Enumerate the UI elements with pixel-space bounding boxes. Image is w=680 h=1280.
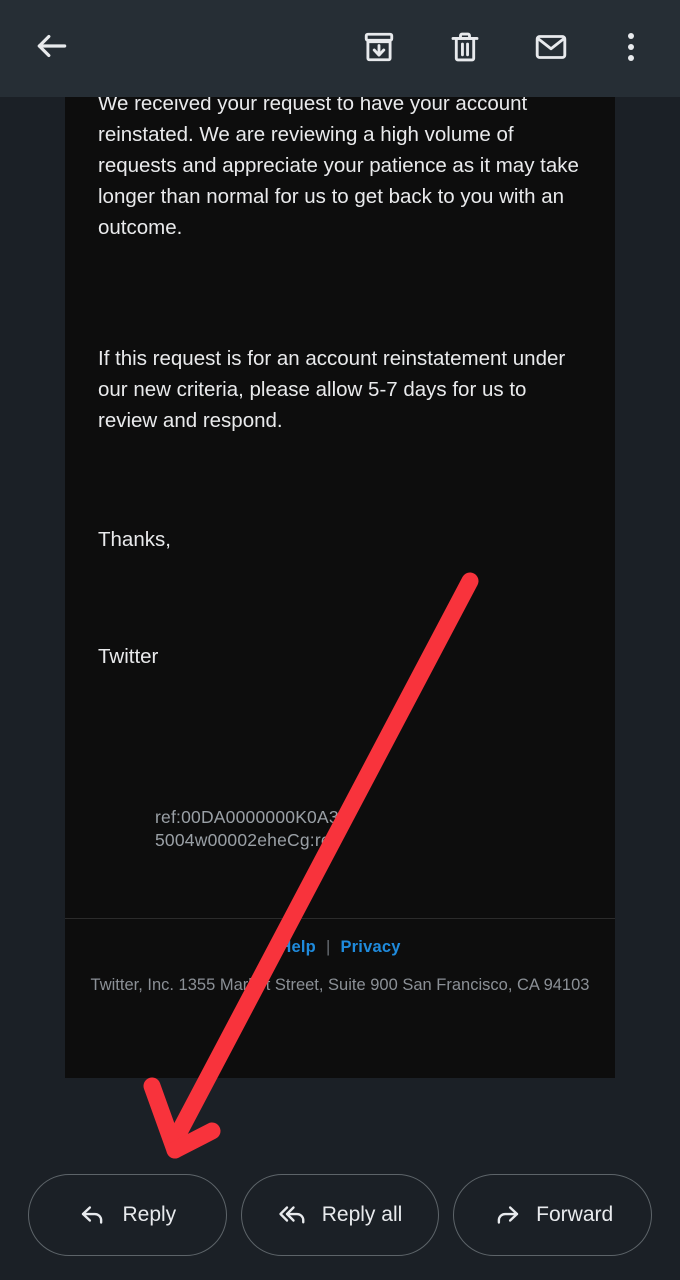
archive-icon — [364, 32, 394, 62]
reply-all-button-label: Reply all — [321, 1203, 403, 1226]
email-body: We received your request to have your ac… — [98, 88, 583, 672]
email-signoff: Thanks, — [98, 528, 171, 551]
privacy-link[interactable]: Privacy — [340, 938, 400, 956]
archive-button[interactable] — [348, 16, 410, 78]
back-button[interactable] — [22, 16, 82, 76]
reply-all-arrow-icon — [279, 1206, 305, 1224]
mail-icon — [535, 35, 567, 59]
email-paragraph-2: If this request is for an account reinst… — [98, 347, 566, 432]
help-link[interactable]: Help — [279, 938, 316, 956]
email-reference-line-2: 5004w00002eheCg:ref — [155, 830, 336, 850]
reply-button-label: Reply — [122, 1203, 177, 1226]
forward-button-label: Forward — [536, 1203, 614, 1226]
mark-unread-button[interactable] — [520, 16, 582, 78]
delete-button[interactable] — [434, 16, 496, 78]
forward-button[interactable]: Forward — [453, 1174, 653, 1256]
more-options-button[interactable] — [604, 16, 658, 78]
forward-arrow-icon — [497, 1206, 519, 1224]
top-toolbar — [0, 0, 680, 97]
message-actions-bar: Reply Reply all Forward — [0, 1150, 680, 1280]
email-paragraph-1: We received your request to have your ac… — [98, 92, 579, 239]
footer-divider — [65, 918, 615, 919]
company-address: Twitter, Inc. 1355 Market Street, Suite … — [90, 976, 590, 994]
reply-all-button[interactable]: Reply all — [240, 1174, 440, 1256]
reply-button[interactable]: Reply — [28, 1174, 227, 1256]
email-sender-name: Twitter — [98, 645, 159, 668]
email-message-card: We received your request to have your ac… — [65, 0, 615, 1078]
trash-icon — [451, 32, 479, 62]
annotation-arrow-head-right — [166, 1122, 221, 1159]
footer-links: Help | Privacy — [65, 938, 615, 957]
back-arrow-icon — [37, 34, 67, 58]
email-footer: Help | Privacy Twitter, Inc. 1355 Market S… — [65, 938, 615, 997]
link-separator: | — [325, 938, 331, 956]
email-reference-line-1: ref:00DA0000000K0A3. — [155, 807, 344, 827]
more-options-icon — [628, 33, 634, 61]
reply-arrow-icon — [82, 1206, 103, 1224]
annotation-arrow-head-left — [143, 1077, 184, 1159]
email-reference-id: ref:00DA0000000K0A3. 5004w00002eheCg:ref — [155, 806, 344, 852]
